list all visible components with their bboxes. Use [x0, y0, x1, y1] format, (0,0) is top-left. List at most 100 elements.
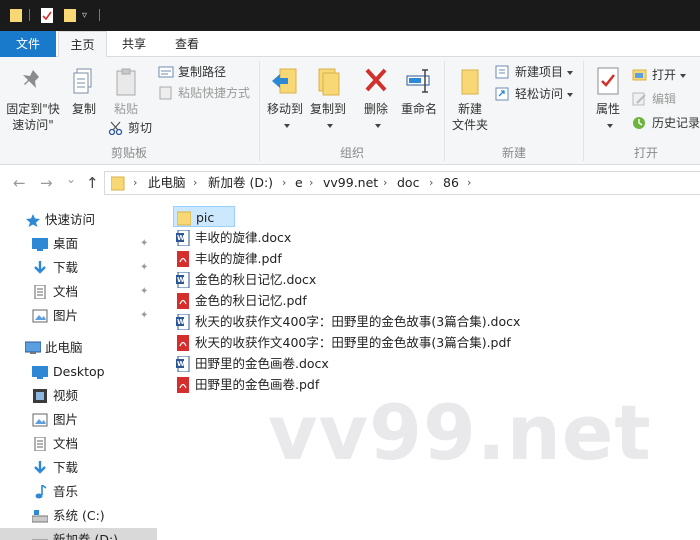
ribbon-tabs: 文件 主页 共享 查看: [0, 31, 700, 58]
nav-music[interactable]: 音乐: [0, 480, 157, 504]
list-item[interactable]: W 丰收的旋律.docx: [173, 227, 291, 248]
nav-this-pc[interactable]: 此电脑: [0, 336, 157, 360]
nav-item-label: 图片: [53, 308, 79, 323]
list-item[interactable]: 丰收的旋律.pdf: [173, 248, 282, 269]
pdf-icon: [177, 377, 189, 393]
nav-item-label: 下载: [53, 260, 79, 275]
clipboard-group-label: 剪贴板: [110, 146, 147, 160]
watermark: vv99.net: [268, 388, 652, 477]
breadcrumb-separator[interactable]: ›: [383, 172, 387, 194]
properties-button[interactable]: 属性: [590, 65, 626, 133]
delete-button[interactable]: 删除: [358, 65, 394, 133]
nav-pictures[interactable]: 图片: [0, 408, 157, 432]
new-item-button[interactable]: 新建项目: [495, 62, 574, 82]
breadcrumb-vv99[interactable]: vv99.net: [323, 172, 378, 194]
pin-icon[interactable]: ✦: [140, 304, 148, 328]
chevron-down-icon[interactable]: ▿: [82, 10, 87, 21]
properties-icon[interactable]: [41, 8, 53, 23]
file-name: pic: [196, 210, 215, 225]
easy-access-button[interactable]: 轻松访问: [495, 84, 574, 104]
breadcrumb-e[interactable]: e: [295, 172, 303, 194]
organize-group-label: 组织: [339, 146, 364, 160]
tab-file[interactable]: 文件: [0, 31, 56, 57]
nav-downloads-quick[interactable]: 下载 ✦: [0, 256, 157, 280]
folder-icon: [111, 176, 125, 191]
pin-icon[interactable]: ✦: [140, 256, 148, 280]
nav-videos[interactable]: 视频: [0, 384, 157, 408]
list-item[interactable]: W 田野里的金色画卷.docx: [173, 353, 329, 374]
nav-documents[interactable]: 文档: [0, 432, 157, 456]
nav-pictures-quick[interactable]: 图片 ✦: [0, 304, 157, 328]
back-button[interactable]: ←: [13, 174, 26, 192]
recent-locations-button[interactable]: ⌄: [66, 172, 76, 186]
paste-shortcut-button[interactable]: 粘贴快捷方式: [158, 83, 250, 103]
breadcrumb-separator[interactable]: ›: [309, 172, 313, 194]
list-item[interactable]: 金色的秋日记忆.pdf: [173, 290, 307, 311]
breadcrumb-separator[interactable]: ›: [467, 172, 471, 194]
new-folder-button[interactable]: 新建 文件夹: [450, 65, 490, 133]
chevron-down-icon: [680, 73, 687, 78]
new-folder-icon[interactable]: [64, 8, 76, 23]
breadcrumb-separator[interactable]: ›: [133, 172, 137, 194]
breadcrumb-86[interactable]: 86: [443, 172, 459, 194]
music-icon: [35, 485, 47, 499]
breadcrumb-drive-d[interactable]: 新加卷 (D:): [208, 172, 273, 194]
folder-icon: [177, 211, 191, 226]
forward-button[interactable]: →: [40, 174, 53, 192]
tab-share[interactable]: 共享: [110, 31, 158, 57]
star-icon: [26, 214, 40, 227]
edit-button[interactable]: 编辑: [632, 89, 676, 109]
nav-drive-c[interactable]: 系统 (C:): [0, 504, 157, 528]
desktop-icon: [32, 366, 48, 379]
move-to-button[interactable]: 移动到: [264, 65, 306, 133]
nav-desktop[interactable]: Desktop: [0, 360, 157, 384]
delete-icon: [365, 68, 387, 92]
nav-quick-access[interactable]: 快速访问: [0, 208, 157, 232]
list-item[interactable]: W 秋天的收获作文400字：田野里的金色故事(3篇合集).docx: [173, 311, 520, 332]
up-button[interactable]: ↑: [86, 174, 99, 192]
breadcrumb-separator[interactable]: ›: [193, 172, 197, 194]
paste-icon: [116, 68, 136, 96]
rename-button[interactable]: 重命名: [397, 65, 441, 117]
pictures-icon: [32, 309, 48, 323]
list-item[interactable]: pic: [173, 206, 235, 227]
copy-to-button[interactable]: 复制到: [307, 65, 349, 133]
nav-item-label: 文档: [53, 284, 79, 299]
nav-item-label: 下载: [53, 460, 79, 475]
pin-icon[interactable]: ✦: [140, 232, 148, 256]
list-item[interactable]: 秋天的收获作文400字：田野里的金色故事(3篇合集).pdf: [173, 332, 511, 353]
delete-label: 删除: [363, 102, 388, 116]
breadcrumb-doc[interactable]: doc: [397, 172, 419, 194]
pin-icon[interactable]: ✦: [140, 280, 148, 304]
breadcrumb-this-pc[interactable]: 此电脑: [148, 172, 186, 194]
copy-button[interactable]: 复制: [66, 67, 102, 117]
nav-documents-quick[interactable]: 文档 ✦: [0, 280, 157, 304]
easy-access-label: 轻松访问: [515, 87, 564, 101]
paste-button[interactable]: 粘贴: [108, 67, 144, 117]
breadcrumb-separator[interactable]: ›: [429, 172, 433, 194]
nav-desktop-quick[interactable]: 桌面 ✦: [0, 232, 157, 256]
copy-path-button[interactable]: 复制路径: [158, 62, 226, 82]
history-button[interactable]: 历史记录: [632, 113, 700, 133]
rename-icon: [406, 69, 430, 93]
nav-downloads[interactable]: 下载: [0, 456, 157, 480]
paste-label: 粘贴: [113, 102, 138, 116]
word-document-icon: W: [176, 356, 190, 372]
open-icon: [632, 69, 647, 80]
file-name: 金色的秋日记忆.pdf: [195, 293, 307, 308]
nav-item-label: Desktop: [53, 364, 105, 379]
pin-label: 固定到"快: [6, 102, 60, 116]
nav-item-label: 图片: [53, 412, 79, 427]
pin-to-quick-access-button[interactable]: 固定到"快 速访问": [4, 67, 62, 133]
file-list: pic W 丰收的旋律.docx 丰收的旋律.pdf W 金色的秋日记忆.doc…: [158, 200, 700, 540]
open-button[interactable]: 打开: [632, 65, 687, 85]
nav-drive-d[interactable]: 新加卷 (D:): [0, 528, 157, 540]
address-bar[interactable]: › 此电脑 › 新加卷 (D:) › e › vv99.net › doc › …: [104, 171, 700, 195]
list-item[interactable]: W 金色的秋日记忆.docx: [173, 269, 316, 290]
tab-view[interactable]: 查看: [163, 31, 211, 57]
breadcrumb-separator[interactable]: ›: [282, 172, 286, 194]
tab-home[interactable]: 主页: [58, 31, 107, 58]
easy-access-icon: [495, 87, 509, 100]
word-document-icon: W: [176, 314, 190, 330]
cut-button[interactable]: 剪切: [108, 118, 152, 138]
